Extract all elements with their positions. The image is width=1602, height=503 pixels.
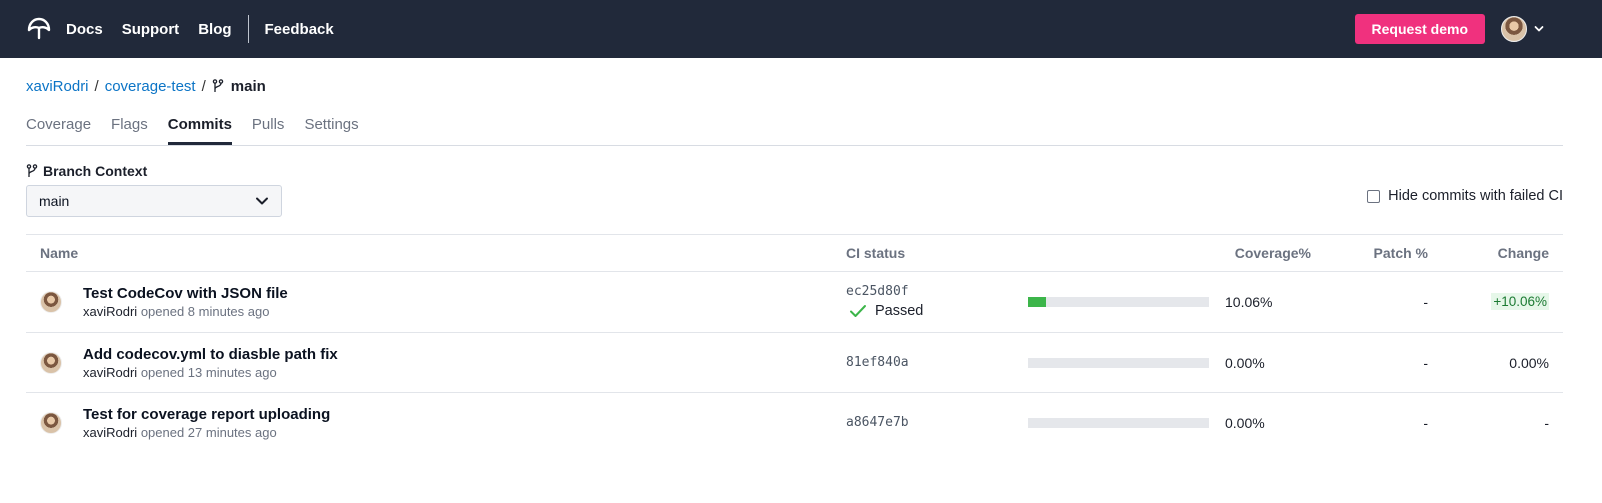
change-value: +10.06%: [1491, 293, 1549, 310]
branch-icon: [212, 79, 224, 93]
breadcrumb: xaviRodri / coverage-test / main: [26, 76, 1576, 96]
nav-divider: [247, 15, 249, 43]
nav-blog-link[interactable]: Blog: [198, 21, 231, 38]
commit-time: opened 27 minutes ago: [140, 424, 277, 440]
branch-select-value: main: [39, 193, 70, 209]
table-row[interactable]: Add codecov.yml to diasble path fix xavi…: [26, 333, 1563, 393]
commit-time: opened 8 minutes ago: [140, 304, 270, 319]
commit-author: xaviRodri: [83, 304, 138, 319]
table-row[interactable]: Test for coverage report uploading xaviR…: [26, 393, 1563, 452]
branch-icon: [26, 164, 38, 178]
commit-sha[interactable]: ec25d80f: [846, 284, 1026, 299]
avatar: [40, 351, 62, 374]
header-ci-status: CI status: [846, 245, 906, 261]
codecov-logo[interactable]: [26, 16, 52, 42]
hide-failed-ci-label: Hide commits with failed CI: [1388, 188, 1563, 204]
commit-meta: xaviRodri opened 13 minutes ago: [83, 365, 338, 380]
branch-context-label: Branch Context: [26, 163, 282, 179]
breadcrumb-repo-link[interactable]: coverage-test: [105, 78, 196, 95]
repo-tabs: Coverage Flags Commits Pulls Settings: [26, 116, 1563, 146]
commit-title[interactable]: Test for coverage report uploading: [83, 406, 330, 423]
breadcrumb-separator: /: [201, 77, 206, 95]
nav-support-link[interactable]: Support: [122, 21, 180, 38]
header-coverage: Coverage%: [1234, 245, 1311, 261]
user-avatar: [1501, 16, 1527, 42]
coverage-value: 0.00%: [1225, 354, 1265, 371]
commit-meta: xaviRodri opened 27 minutes ago: [83, 425, 330, 440]
umbrella-logo-icon: [27, 17, 51, 40]
patch-value: -: [1423, 354, 1428, 371]
check-icon: [850, 304, 866, 317]
hide-failed-ci-option: Hide commits with failed CI: [1367, 175, 1563, 217]
top-nav: Docs Support Blog Feedback Request demo: [0, 0, 1602, 58]
patch-value: -: [1423, 414, 1428, 431]
tab-coverage[interactable]: Coverage: [26, 116, 91, 145]
commit-author: xaviRodri: [83, 424, 138, 440]
patch-value: -: [1423, 294, 1428, 310]
request-demo-button[interactable]: Request demo: [1354, 14, 1485, 44]
table-row[interactable]: Test CodeCov with JSON file xaviRodri op…: [26, 272, 1563, 333]
breadcrumb-owner-link[interactable]: xaviRodri: [26, 78, 89, 95]
commit-sha[interactable]: 81ef840a: [846, 355, 1026, 370]
coverage-bar-fill: [1028, 297, 1047, 307]
coverage-bar: [1028, 417, 1209, 428]
ci-status-label: Passed: [875, 302, 924, 319]
nav-docs-link[interactable]: Docs: [66, 21, 103, 38]
coverage-value: 10.06%: [1225, 294, 1273, 310]
commit-time: opened 13 minutes ago: [140, 364, 277, 380]
tab-flags[interactable]: Flags: [111, 116, 148, 145]
chevron-down-icon: [1534, 26, 1544, 32]
avatar: [40, 291, 62, 313]
ci-status: Passed: [846, 303, 1026, 319]
commit-author: xaviRodri: [83, 364, 138, 380]
header-patch: Patch %: [1373, 245, 1428, 261]
tab-pulls[interactable]: Pulls: [252, 116, 285, 145]
coverage-value: 0.00%: [1225, 414, 1265, 431]
branch-context-section: Branch Context main Hide commits with fa…: [26, 163, 1563, 217]
commit-title[interactable]: Add codecov.yml to diasble path fix: [83, 346, 338, 363]
coverage-bar: [1028, 297, 1209, 307]
avatar: [40, 411, 62, 434]
tab-commits[interactable]: Commits: [167, 116, 232, 145]
chevron-down-icon: [256, 197, 268, 205]
commits-table: Name CI status Coverage% Patch % Change …: [26, 234, 1563, 452]
commit-title[interactable]: Test CodeCov with JSON file: [83, 285, 288, 302]
change-value: -: [1544, 414, 1549, 431]
breadcrumb-separator: /: [94, 77, 99, 95]
user-menu[interactable]: [1501, 16, 1544, 42]
commit-meta: xaviRodri opened 8 minutes ago: [83, 304, 288, 319]
tab-settings[interactable]: Settings: [304, 116, 358, 145]
table-header: Name CI status Coverage% Patch % Change: [26, 235, 1563, 272]
commit-sha[interactable]: a8647e7b: [846, 415, 1026, 430]
change-value: 0.00%: [1509, 354, 1549, 371]
branch-context-text: Branch Context: [43, 163, 148, 179]
coverage-bar: [1028, 357, 1209, 368]
header-change: Change: [1497, 245, 1549, 261]
header-name: Name: [40, 245, 79, 261]
breadcrumb-branch: main: [230, 77, 266, 95]
nav-feedback-link[interactable]: Feedback: [265, 21, 334, 38]
hide-failed-ci-checkbox[interactable]: [1367, 189, 1381, 203]
branch-select[interactable]: main: [26, 185, 282, 217]
